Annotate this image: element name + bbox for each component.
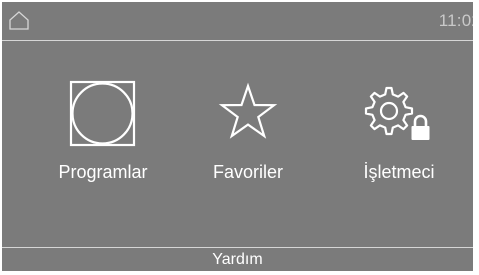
clock: 11:02: [438, 11, 473, 30]
operator-label: İşletmeci: [363, 162, 435, 182]
favorites-tile[interactable]: Favoriler: [178, 78, 318, 198]
home-button[interactable]: [8, 9, 30, 31]
programs-drum-icon: [69, 80, 136, 147]
home-icon: [9, 11, 29, 30]
status-bar: 11:02: [2, 2, 473, 39]
display-screen: 11:02 Programlar Favoriler İşletmeci Yar…: [2, 2, 473, 271]
star-icon: [218, 82, 278, 139]
favorites-label: Favoriler: [212, 162, 283, 182]
help-label: Yardım: [212, 251, 263, 268]
programs-tile[interactable]: Programlar: [33, 78, 173, 198]
help-button[interactable]: Yardım: [2, 248, 473, 271]
top-divider: [2, 40, 473, 41]
operator-tile[interactable]: İşletmeci: [329, 78, 469, 198]
gear-lock-icon: [364, 86, 430, 140]
programs-label: Programlar: [58, 162, 148, 182]
